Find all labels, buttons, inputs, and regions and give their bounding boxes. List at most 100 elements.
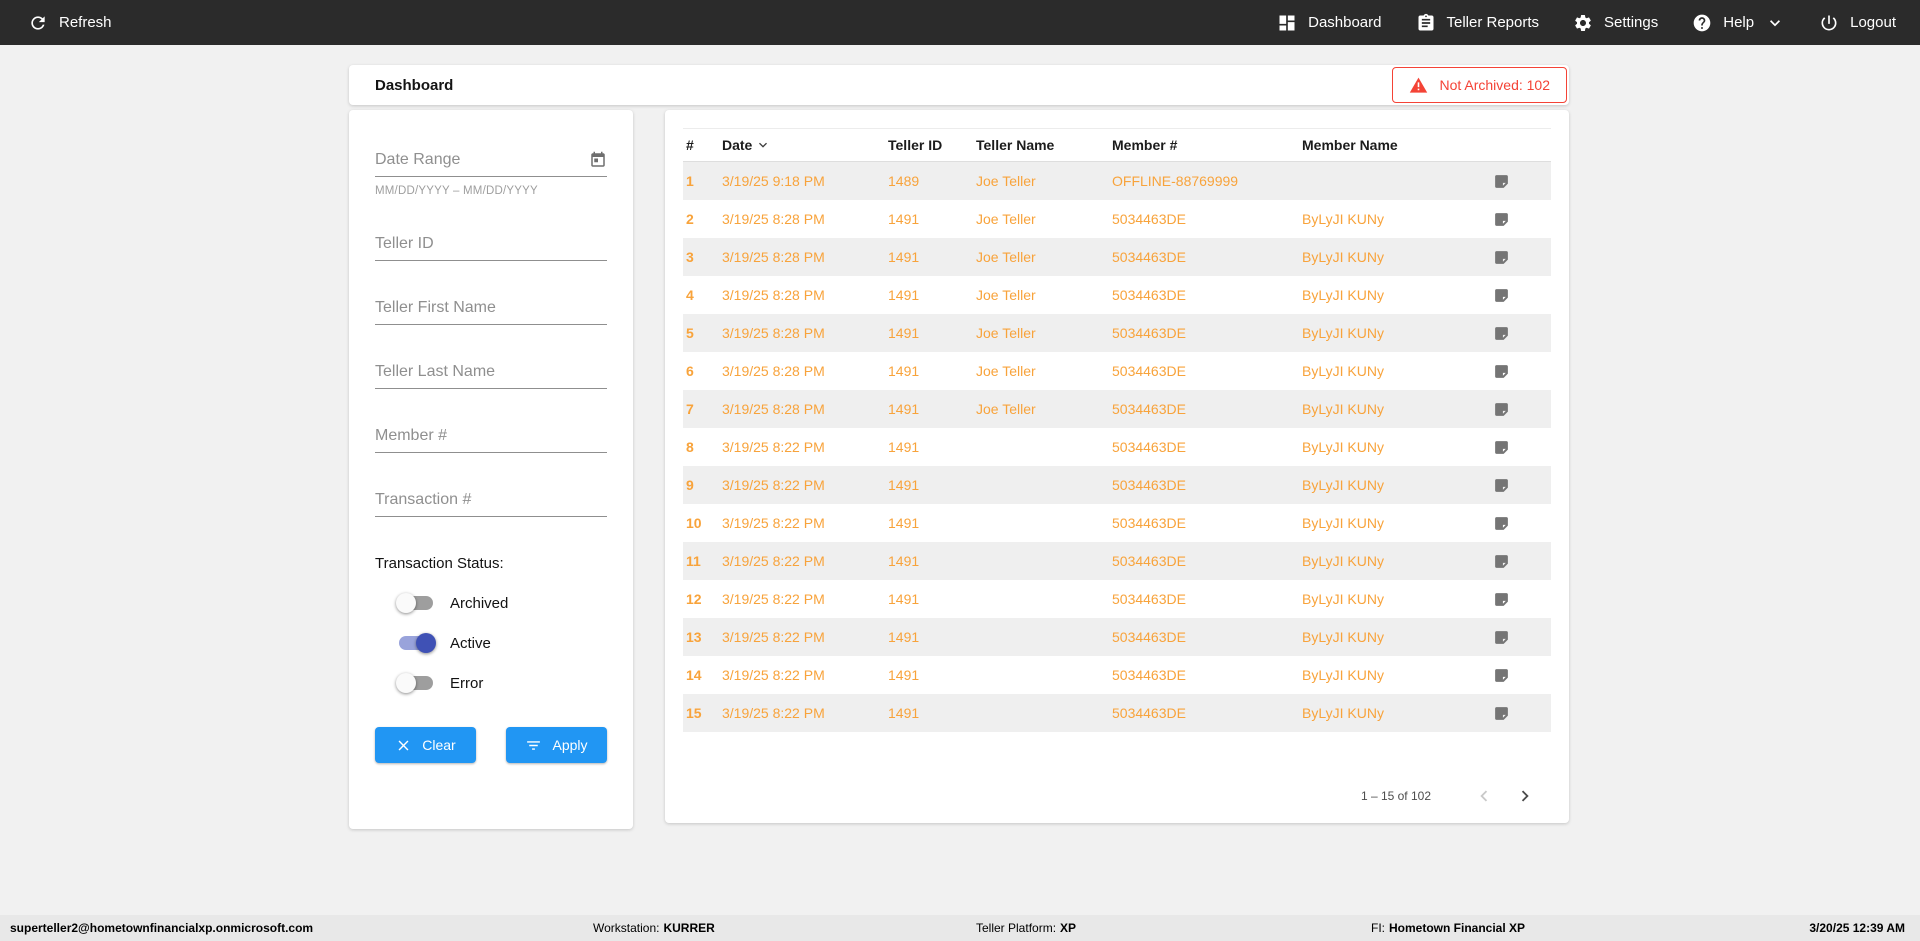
table-row[interactable]: 15 3/19/25 8:22 PM 1491 5034463DE ByLyJI KUN… (683, 694, 1551, 732)
column-header-member-name[interactable]: Member Name (1299, 137, 1487, 153)
cell-member-number: 5034463DE (1112, 211, 1186, 227)
gear-icon (1573, 13, 1593, 33)
cell-teller-id: 1491 (888, 401, 920, 417)
status-toggles: Archived Active Error (375, 590, 607, 696)
note-icon[interactable] (1490, 439, 1551, 456)
note-icon[interactable] (1490, 249, 1551, 266)
note-icon[interactable] (1490, 363, 1551, 380)
table-row[interactable]: 4 3/19/25 8:28 PM 1491 Joe Teller 5034463DE B… (683, 276, 1551, 314)
clear-button[interactable]: Clear (375, 727, 476, 763)
teller-first-name-input[interactable]: Teller First Name (375, 299, 607, 325)
column-header-label: Teller ID (888, 137, 943, 153)
table-row[interactable]: 5 3/19/25 8:28 PM 1491 Joe Teller 5034463DE B… (683, 314, 1551, 352)
nav-item-label: Teller Reports (1446, 14, 1540, 31)
note-icon[interactable] (1490, 287, 1551, 304)
cell-member-number: 5034463DE (1112, 515, 1186, 531)
cell-member-name: ByLyJI KUNy (1302, 249, 1384, 265)
teller-id-input[interactable]: Teller ID (375, 235, 607, 261)
previous-page-button[interactable] (1473, 785, 1495, 807)
nav-item-dashboard[interactable]: Dashboard (1277, 13, 1382, 33)
toggle-error-switch[interactable] (396, 673, 433, 693)
column-header-date[interactable]: Date (719, 137, 885, 153)
cell-teller-name: Joe Teller (976, 249, 1036, 265)
nav-item-teller-reports[interactable]: Teller Reports (1416, 13, 1540, 33)
note-icon[interactable] (1490, 515, 1551, 532)
column-header-label: Member Name (1302, 137, 1398, 153)
column-header-teller-name[interactable]: Teller Name (973, 137, 1109, 153)
column-header-teller-id[interactable]: Teller ID (885, 137, 973, 153)
cell-member-name: ByLyJI KUNy (1302, 477, 1384, 493)
table-row[interactable]: 2 3/19/25 8:28 PM 1491 Joe Teller 5034463DE B… (683, 200, 1551, 238)
table-row[interactable]: 10 3/19/25 8:22 PM 1491 5034463DE ByLyJI KUN… (683, 504, 1551, 542)
note-icon[interactable] (1490, 211, 1551, 228)
table-header-row: # Date Teller ID Teller Name Member # Member … (683, 128, 1551, 162)
note-icon[interactable] (1490, 477, 1551, 494)
refresh-button[interactable]: Refresh (28, 13, 112, 33)
column-header-label: # (686, 137, 694, 153)
apply-button[interactable]: Apply (506, 727, 607, 763)
nav-item-settings[interactable]: Settings (1573, 13, 1658, 33)
calendar-icon[interactable] (589, 151, 607, 169)
toggle-error[interactable]: Error (396, 670, 607, 696)
table-row[interactable]: 13 3/19/25 8:22 PM 1491 5034463DE ByLyJI KUN… (683, 618, 1551, 656)
table-row[interactable]: 3 3/19/25 8:28 PM 1491 Joe Teller 5034463DE B… (683, 238, 1551, 276)
cell-actions (1487, 325, 1551, 342)
nav-item-logout[interactable]: Logout (1819, 13, 1896, 33)
table-row[interactable]: 9 3/19/25 8:22 PM 1491 5034463DE ByLyJI KUNy (683, 466, 1551, 504)
cell-num: 2 (686, 211, 694, 227)
cell-member-name: ByLyJI KUNy (1302, 439, 1384, 455)
cell-teller-id: 1491 (888, 667, 920, 683)
table-row[interactable]: 14 3/19/25 8:22 PM 1491 5034463DE ByLyJI KUN… (683, 656, 1551, 694)
column-header-num[interactable]: # (683, 137, 719, 153)
table-row[interactable]: 12 3/19/25 8:22 PM 1491 5034463DE ByLyJI KUN… (683, 580, 1551, 618)
nav-item-help[interactable]: Help (1692, 13, 1785, 33)
toggle-archived-switch[interactable] (396, 593, 433, 613)
toggle-active[interactable]: Active (399, 630, 607, 656)
toggle-active-switch[interactable] (399, 633, 436, 653)
clipboard-icon (1416, 13, 1436, 33)
cell-teller-id: 1491 (888, 325, 920, 341)
table-row[interactable]: 8 3/19/25 8:22 PM 1491 5034463DE ByLyJI KUNy (683, 428, 1551, 466)
note-icon[interactable] (1490, 325, 1551, 342)
table-row[interactable]: 11 3/19/25 8:22 PM 1491 5034463DE ByLyJI KUN… (683, 542, 1551, 580)
cell-actions (1487, 211, 1551, 228)
cell-actions (1487, 629, 1551, 646)
cell-num: 3 (686, 249, 694, 265)
cell-member-name: ByLyJI KUNy (1302, 667, 1384, 683)
note-icon[interactable] (1490, 591, 1551, 608)
note-icon[interactable] (1490, 401, 1551, 418)
cell-member-number: 5034463DE (1112, 287, 1186, 303)
note-icon[interactable] (1490, 553, 1551, 570)
note-icon[interactable] (1490, 173, 1551, 190)
dashboard-header-card: Dashboard Not Archived: 102 (349, 65, 1569, 105)
cell-member-name: ByLyJI KUNy (1302, 515, 1384, 531)
member-number-input[interactable]: Member # (375, 427, 607, 453)
workstation-label: Workstation: (593, 921, 660, 935)
cell-member-name: ByLyJI KUNy (1302, 325, 1384, 341)
nav-item-label: Settings (1604, 14, 1659, 31)
note-icon[interactable] (1490, 667, 1551, 684)
cell-member-number: 5034463DE (1112, 667, 1186, 683)
field-block-transaction-number: Transaction # (375, 491, 607, 517)
cell-member-number: 5034463DE (1112, 477, 1186, 493)
next-page-button[interactable] (1514, 785, 1536, 807)
table-row[interactable]: 1 3/19/25 9:18 PM 1489 Joe Teller OFFLINE-88… (683, 162, 1551, 200)
date-range-input[interactable]: Date Range (375, 151, 607, 177)
table-row[interactable]: 7 3/19/25 8:28 PM 1491 Joe Teller 5034463DE B… (683, 390, 1551, 428)
not-archived-badge[interactable]: Not Archived: 102 (1392, 67, 1567, 103)
transaction-number-input[interactable]: Transaction # (375, 491, 607, 517)
cell-member-name: ByLyJI KUNy (1302, 591, 1384, 607)
column-header-member-[interactable]: Member # (1109, 137, 1299, 153)
teller-id-placeholder: Teller ID (375, 235, 434, 252)
teller-last-name-input[interactable]: Teller Last Name (375, 363, 607, 389)
member-number-placeholder: Member # (375, 427, 448, 444)
table-row[interactable]: 6 3/19/25 8:28 PM 1491 Joe Teller 5034463DE B… (683, 352, 1551, 390)
cell-num: 1 (686, 173, 694, 189)
toggle-archived[interactable]: Archived (396, 590, 607, 616)
cell-date: 3/19/25 8:28 PM (722, 211, 825, 227)
note-icon[interactable] (1490, 629, 1551, 646)
table-body: 1 3/19/25 9:18 PM 1489 Joe Teller OFFLINE-88… (683, 162, 1551, 732)
date-range-placeholder: Date Range (375, 151, 461, 168)
note-icon[interactable] (1490, 705, 1551, 722)
chevron-down-icon (1765, 13, 1785, 33)
